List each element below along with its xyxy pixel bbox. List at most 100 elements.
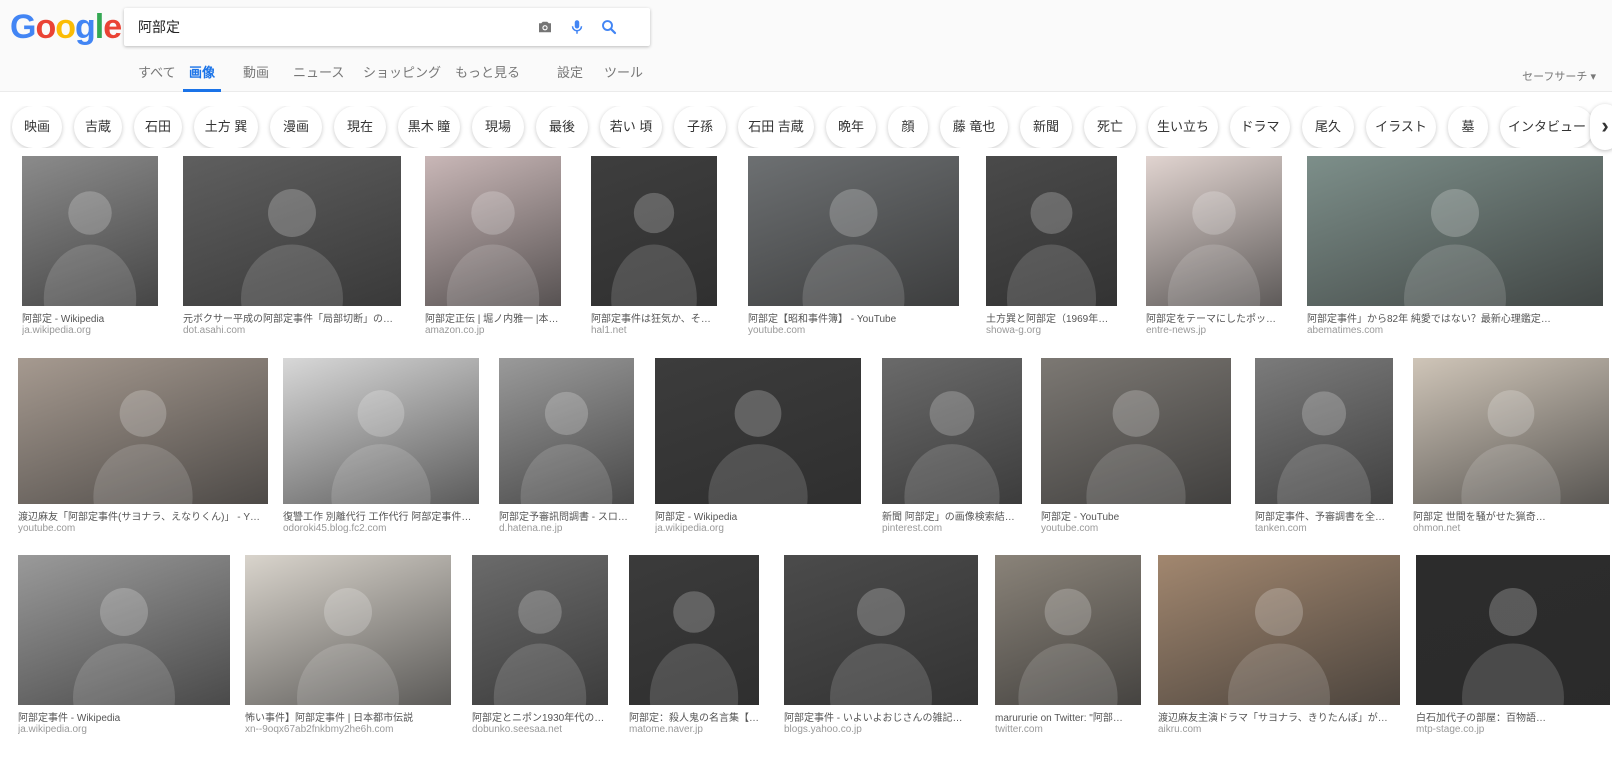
result-thumbnail[interactable] — [1416, 555, 1610, 705]
result-thumbnail[interactable] — [18, 358, 268, 504]
result-title[interactable]: 阿部定 - Wikipedia — [655, 508, 861, 523]
image-result[interactable]: 阿部定 - YouTube youtube.com — [1041, 358, 1231, 540]
mic-icon[interactable] — [568, 18, 586, 36]
result-thumbnail[interactable] — [629, 555, 759, 705]
result-title[interactable]: 阿部定事件、予審調書を全… — [1255, 508, 1393, 523]
related-chip[interactable]: 子孫 — [674, 106, 726, 148]
image-result[interactable]: 元ボクサー平成の阿部定事件「局部切断」の… dot.asahi.com — [183, 156, 401, 342]
related-chip[interactable]: 生い立ち — [1148, 106, 1218, 148]
safe-search-toggle[interactable]: セーフサーチ ▾ — [1522, 68, 1596, 84]
chevron-right-icon[interactable]: › — [1590, 104, 1612, 150]
image-result[interactable]: 白石加代子の部屋：百物語… mtp-stage.co.jp — [1416, 555, 1610, 741]
related-chip[interactable]: 漫画 — [270, 106, 322, 148]
related-chip[interactable]: インタビュー — [1500, 106, 1594, 148]
image-result[interactable]: 阿部定とニポン1930年代の… dobunko.seesaa.net — [472, 555, 608, 741]
related-chip[interactable]: 最後 — [536, 106, 588, 148]
result-thumbnail[interactable] — [986, 156, 1117, 306]
result-title[interactable]: 阿部定予審訊問調書 - スロ… — [499, 508, 634, 523]
image-result[interactable]: 阿部定 世間を騒がせた猟奇… ohmon.net — [1413, 358, 1609, 540]
result-thumbnail[interactable] — [183, 156, 401, 306]
camera-icon[interactable] — [536, 18, 554, 36]
result-thumbnail[interactable] — [1307, 156, 1603, 306]
related-chip[interactable]: 死亡 — [1084, 106, 1136, 148]
tab-more[interactable]: もっと見る — [455, 62, 520, 92]
related-chip[interactable]: 現在 — [334, 106, 386, 148]
result-thumbnail[interactable] — [1413, 358, 1609, 504]
related-chip[interactable]: 吉蔵 — [74, 106, 122, 148]
image-result[interactable]: 怖い事件】阿部定事件 | 日本都市伝説 xn--9oqx67ab2fnkbmy2h… — [245, 555, 451, 741]
image-result[interactable]: 阿部定事件、予審調書を全… tanken.com — [1255, 358, 1393, 540]
image-result[interactable]: 復讐工作 別離代行 工作代行 阿部定事件… odoroki45.blog.fc2.… — [283, 358, 479, 540]
related-chip[interactable]: 石田 — [134, 106, 182, 148]
result-thumbnail[interactable] — [995, 555, 1141, 705]
result-thumbnail[interactable] — [882, 358, 1022, 504]
result-title[interactable]: 阿部定をテーマにしたポッ… — [1146, 310, 1282, 325]
result-thumbnail[interactable] — [472, 555, 608, 705]
result-title[interactable]: 阿部定事件は狂気か、それ… — [591, 310, 717, 325]
result-thumbnail[interactable] — [245, 555, 451, 705]
result-thumbnail[interactable] — [499, 358, 634, 504]
result-thumbnail[interactable] — [425, 156, 561, 306]
result-title[interactable]: 元ボクサー平成の阿部定事件「局部切断」の… — [183, 310, 401, 325]
related-chip[interactable]: 尾久 — [1302, 106, 1354, 148]
result-title[interactable]: 阿部定【昭和事件簿】 - YouTube — [748, 310, 959, 325]
result-title[interactable]: 怖い事件】阿部定事件 | 日本都市伝説 — [245, 709, 451, 724]
image-result[interactable]: 阿部定事件 - Wikipedia ja.wikipedia.org — [18, 555, 230, 741]
related-chip[interactable]: 現場 — [472, 106, 524, 148]
related-chip[interactable]: 藤 竜也 — [940, 106, 1008, 148]
related-chip[interactable]: イラスト — [1366, 106, 1436, 148]
image-result[interactable]: 阿部定をテーマにしたポッ… entre-news.jp — [1146, 156, 1282, 342]
related-chip[interactable]: 映画 — [12, 106, 62, 148]
result-title[interactable]: 阿部定事件」から82年 純愛ではない？最新心理鑑定… — [1307, 310, 1603, 325]
tab-all[interactable]: すべて — [138, 62, 176, 92]
result-thumbnail[interactable] — [1158, 555, 1400, 705]
search-icon[interactable] — [600, 18, 618, 36]
result-title[interactable]: 阿部定事件 - いよいよおじさんの雑記… — [784, 709, 978, 724]
image-result[interactable]: 阿部定 - Wikipedia ja.wikipedia.org — [22, 156, 158, 342]
result-title[interactable]: 新聞 阿部定」の画像検索結… — [882, 508, 1022, 523]
result-thumbnail[interactable] — [283, 358, 479, 504]
image-result[interactable]: 阿部定正伝 | 堀ノ内雅一 |本 … amazon.co.jp — [425, 156, 561, 342]
result-thumbnail[interactable] — [18, 555, 230, 705]
related-chip[interactable]: 晩年 — [826, 106, 876, 148]
tab-videos[interactable]: 動画 — [243, 62, 269, 92]
google-logo[interactable]: Google — [10, 8, 122, 47]
related-chip[interactable]: 石田 吉蔵 — [738, 106, 814, 148]
tab-images[interactable]: 画像 — [183, 62, 222, 92]
result-thumbnail[interactable] — [1041, 358, 1231, 504]
image-result[interactable]: 渡辺麻友「阿部定事件(サヨナラ、えなりくん)」 - Y… youtube.com — [18, 358, 268, 540]
result-title[interactable]: marururie on Twitter: "阿部… — [995, 709, 1141, 724]
image-result[interactable]: 阿部定事件」から82年 純愛ではない？最新心理鑑定… abematimes.com — [1307, 156, 1603, 342]
image-result[interactable]: 阿部定事件 - いよいよおじさんの雑記… blogs.yahoo.co.jp — [784, 555, 978, 741]
image-result[interactable]: marururie on Twitter: "阿部… twitter.com — [995, 555, 1141, 741]
result-thumbnail[interactable] — [748, 156, 959, 306]
related-chip[interactable]: 若い 頃 — [600, 106, 662, 148]
image-result[interactable]: 土方巽と阿部定（1969年撮… showa-g.org — [986, 156, 1117, 342]
image-result[interactable]: 阿部定事件は狂気か、それ… hal1.net — [591, 156, 717, 342]
result-title[interactable]: 渡辺麻友「阿部定事件(サヨナラ、えなりくん)」 - Y… — [18, 508, 268, 523]
result-title[interactable]: 白石加代子の部屋：百物語… — [1416, 709, 1610, 724]
image-result[interactable]: 阿部定予審訊問調書 - スロ… d.hatena.ne.jp — [499, 358, 634, 540]
image-result[interactable]: 阿部定：殺人鬼の名言集【… matome.naver.jp — [629, 555, 759, 741]
result-title[interactable]: 阿部定 世間を騒がせた猟奇… — [1413, 508, 1609, 523]
result-title[interactable]: 阿部定とニポン1930年代の… — [472, 709, 608, 724]
related-chip[interactable]: 黒木 瞳 — [398, 106, 460, 148]
result-title[interactable]: 土方巽と阿部定（1969年撮… — [986, 310, 1117, 325]
related-chip[interactable]: 墓 — [1448, 106, 1488, 148]
tab-tools[interactable]: ツール — [604, 62, 643, 92]
result-thumbnail[interactable] — [655, 358, 861, 504]
result-thumbnail[interactable] — [22, 156, 158, 306]
result-thumbnail[interactable] — [1146, 156, 1282, 306]
result-title[interactable]: 阿部定 - YouTube — [1041, 508, 1231, 523]
result-thumbnail[interactable] — [784, 555, 978, 705]
related-chip[interactable]: 新聞 — [1020, 106, 1072, 148]
result-title[interactable]: 渡辺麻友主演ドラマ「サヨナラ、きりたんぽ」が… — [1158, 709, 1400, 724]
result-title[interactable]: 阿部定：殺人鬼の名言集【… — [629, 709, 759, 724]
tab-settings[interactable]: 設定 — [557, 62, 583, 92]
related-chip[interactable]: ドラマ — [1230, 106, 1290, 148]
result-thumbnail[interactable] — [591, 156, 717, 306]
search-input[interactable] — [138, 8, 538, 46]
image-result[interactable]: 阿部定【昭和事件簿】 - YouTube youtube.com — [748, 156, 959, 342]
result-title[interactable]: 阿部定 - Wikipedia — [22, 310, 158, 325]
image-result[interactable]: 新聞 阿部定」の画像検索結… pinterest.com — [882, 358, 1022, 540]
